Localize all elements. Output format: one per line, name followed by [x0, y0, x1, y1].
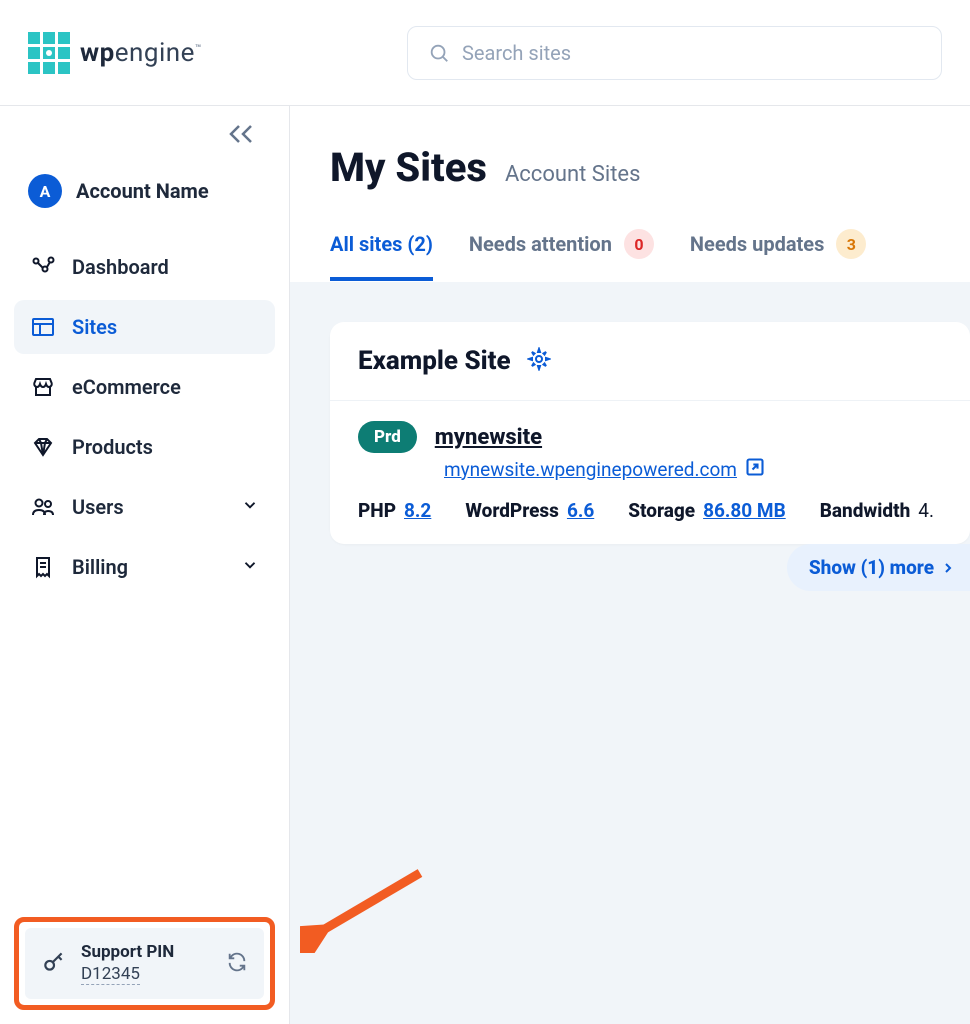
chevron-down-icon	[241, 495, 259, 519]
account-avatar: A	[28, 174, 62, 208]
refresh-icon[interactable]	[226, 951, 248, 977]
tab-label: Needs updates	[690, 232, 824, 256]
logo-text: wpengine™	[80, 38, 202, 68]
support-pin-label: Support PIN	[81, 942, 212, 962]
receipt-icon	[30, 554, 56, 580]
site-name-link[interactable]: mynewsite	[435, 425, 542, 450]
sidebar-item-label: Sites	[72, 315, 117, 339]
site-card-title: Example Site	[358, 346, 511, 376]
search-input-wrap[interactable]	[407, 26, 942, 80]
show-more-button[interactable]: Show (1) more	[787, 544, 970, 591]
chevron-down-icon	[241, 555, 259, 579]
sidebar-item-label: Products	[72, 435, 153, 459]
site-card: Example Site Prd mynewsite mynewsite.wpe…	[330, 322, 970, 544]
header: wpengine™	[0, 0, 970, 106]
sidebar-item-users[interactable]: Users	[14, 480, 275, 534]
content-area: Example Site Prd mynewsite mynewsite.wpe…	[290, 282, 970, 1024]
users-icon	[30, 494, 56, 520]
sidebar-item-billing[interactable]: Billing	[14, 540, 275, 594]
tab-needs-attention[interactable]: Needs attention 0	[469, 229, 654, 281]
search-input[interactable]	[462, 41, 921, 65]
tab-all-sites[interactable]: All sites (2)	[330, 229, 433, 281]
storefront-icon	[30, 374, 56, 400]
count-badge: 3	[836, 229, 866, 259]
sidebar-item-label: Billing	[72, 555, 128, 579]
sidebar-item-products[interactable]: Products	[14, 420, 275, 474]
stat-label-bandwidth: Bandwidth	[820, 499, 911, 522]
chevron-left-double-icon	[227, 124, 257, 144]
stat-value-wordpress[interactable]: 6.6	[567, 499, 594, 522]
search-wrap	[407, 26, 942, 80]
support-pin-box: Support PIN D12345	[14, 917, 275, 1010]
logo-icon	[28, 32, 70, 74]
page-title: My Sites	[330, 144, 487, 191]
gear-icon[interactable]	[527, 347, 551, 375]
show-more-label: Show (1) more	[809, 556, 934, 579]
count-badge: 0	[624, 229, 654, 259]
account-selector[interactable]: A Account Name	[14, 166, 275, 230]
sidebar-item-sites[interactable]: Sites	[14, 300, 275, 354]
account-name: Account Name	[76, 179, 209, 203]
sidebar-item-dashboard[interactable]: Dashboard	[14, 240, 275, 294]
stat-label-wordpress: WordPress	[465, 499, 559, 522]
main: My Sites Account Sites All sites (2) Nee…	[290, 106, 970, 1024]
stat-label-php: PHP	[358, 499, 396, 522]
support-pin-value: D12345	[81, 964, 140, 985]
stat-value-bandwidth: 4.	[918, 499, 934, 522]
key-icon	[41, 949, 67, 979]
stat-label-storage: Storage	[628, 499, 695, 522]
chevron-right-icon	[940, 560, 956, 576]
page-subtitle: Account Sites	[505, 162, 641, 187]
support-pin[interactable]: Support PIN D12345	[25, 928, 264, 999]
external-link-icon[interactable]	[745, 457, 765, 481]
site-url-link[interactable]: mynewsite.wpenginepowered.com	[444, 458, 737, 481]
diamond-icon	[30, 434, 56, 460]
sidebar-item-label: Users	[72, 495, 124, 519]
env-badge: Prd	[358, 421, 417, 453]
tab-needs-updates[interactable]: Needs updates 3	[690, 229, 866, 281]
nav: Dashboard Sites eCommerce Products	[14, 240, 275, 594]
search-icon	[428, 42, 450, 64]
site-stats: PHP 8.2 WordPress 6.6 Storage 86.80 MB Band…	[358, 499, 942, 522]
collapse-sidebar-button[interactable]	[14, 124, 275, 150]
sites-icon	[30, 314, 56, 340]
sidebar-item-ecommerce[interactable]: eCommerce	[14, 360, 275, 414]
tab-label: Needs attention	[469, 232, 612, 256]
tabs: All sites (2) Needs attention 0 Needs up…	[290, 229, 970, 282]
stat-value-php[interactable]: 8.2	[404, 499, 431, 522]
sidebar-item-label: Dashboard	[72, 255, 169, 279]
sidebar: A Account Name Dashboard Sites eC	[0, 106, 290, 1024]
sidebar-item-label: eCommerce	[72, 375, 181, 399]
stat-value-storage[interactable]: 86.80 MB	[703, 499, 786, 522]
logo[interactable]: wpengine™	[28, 32, 202, 74]
dashboard-icon	[30, 254, 56, 280]
tab-label: All sites (2)	[330, 232, 433, 256]
